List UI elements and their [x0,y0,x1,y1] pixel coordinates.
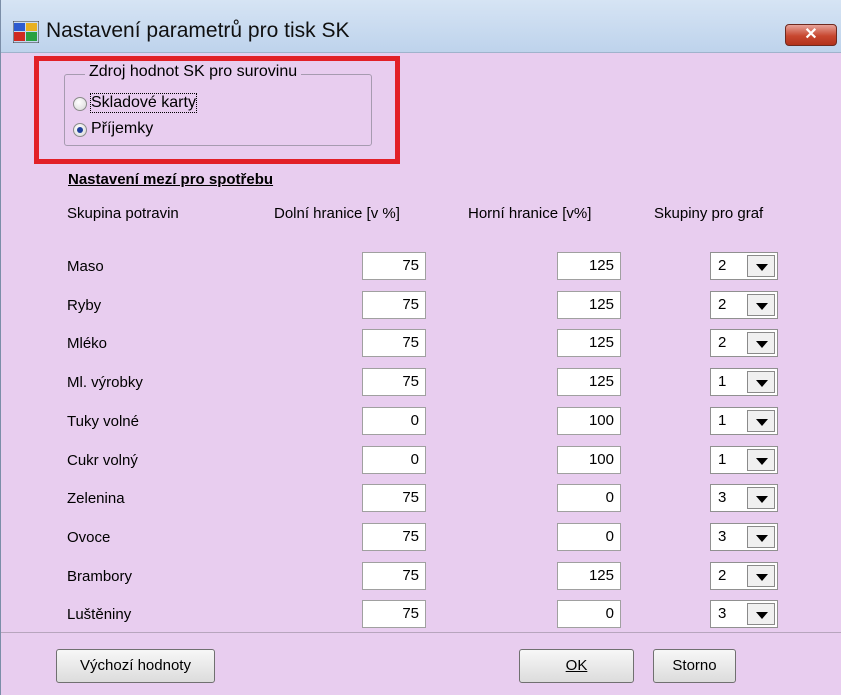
header-lower: Dolní hranice [v %] [274,205,400,222]
row-label: Luštěniny [67,606,132,623]
upper-limit-input[interactable]: 100 [557,407,621,435]
lower-limit-input[interactable]: 75 [362,484,426,512]
chart-group-select[interactable]: 3 [710,523,778,551]
row-label: Mléko [67,335,108,352]
lower-limit-input[interactable]: 0 [362,446,426,474]
chart-group-value: 3 [718,489,727,506]
chart-group-value: 2 [718,567,727,584]
dropdown-arrow-icon[interactable] [747,487,775,509]
upper-limit-input[interactable]: 0 [557,600,621,628]
dropdown-arrow-icon[interactable] [747,526,775,548]
dropdown-arrow-icon[interactable] [747,603,775,625]
defaults-button-label: Výchozí hodnoty [80,657,191,674]
row-label: Maso [67,258,104,275]
chart-group-select[interactable]: 3 [710,484,778,512]
chart-group-value: 1 [718,373,727,390]
radio-skladove-karty[interactable] [73,97,87,111]
chart-group-value: 1 [718,451,727,468]
ok-button-label: OK [565,657,588,674]
chart-group-select[interactable]: 1 [710,407,778,435]
chart-group-select[interactable]: 2 [710,291,778,319]
lower-limit-input[interactable]: 0 [362,407,426,435]
radio-prijemky[interactable] [73,123,87,137]
row-label: Brambory [67,568,133,585]
chart-group-value: 2 [718,296,727,313]
dropdown-arrow-icon[interactable] [747,294,775,316]
dropdown-arrow-icon[interactable] [747,565,775,587]
lower-limit-input[interactable]: 75 [362,329,426,357]
upper-limit-input[interactable]: 0 [557,523,621,551]
header-upper: Horní hranice [v%] [468,205,592,222]
dropdown-arrow-icon[interactable] [747,255,775,277]
row-label: Ml. výrobky [67,374,143,391]
cancel-button[interactable]: Storno [653,649,736,683]
upper-limit-input[interactable]: 125 [557,329,621,357]
close-button[interactable]: ✕ [785,24,837,46]
ok-button[interactable]: OK [519,649,634,683]
app-icon [13,21,39,43]
row-label: Zelenina [67,490,125,507]
upper-limit-input[interactable]: 125 [557,368,621,396]
upper-limit-input[interactable]: 125 [557,562,621,590]
chart-group-value: 3 [718,605,727,622]
chart-group-value: 3 [718,528,727,545]
chart-group-select[interactable]: 2 [710,329,778,357]
dropdown-arrow-icon[interactable] [747,449,775,471]
row-label: Ryby [67,297,102,314]
window-title: Nastavení parametrů pro tisk SK [46,19,350,42]
dropdown-arrow-icon[interactable] [747,332,775,354]
footer-divider [1,632,841,633]
upper-limit-input[interactable]: 125 [557,291,621,319]
row-label: Ovoce [67,529,111,546]
upper-limit-input[interactable]: 0 [557,484,621,512]
chart-group-value: 2 [718,334,727,351]
lower-limit-input[interactable]: 75 [362,562,426,590]
header-group: Skupina potravin [67,205,179,222]
chart-group-select[interactable]: 2 [710,252,778,280]
upper-limit-input[interactable]: 125 [557,252,621,280]
row-label: Tuky volné [67,413,139,430]
lower-limit-input[interactable]: 75 [362,600,426,628]
title-bar[interactable]: Nastavení parametrů pro tisk SK ✕ [1,0,841,53]
dialog-window: Nastavení parametrů pro tisk SK ✕ Zdroj … [0,0,841,695]
chart-group-select[interactable]: 3 [710,600,778,628]
lower-limit-input[interactable]: 75 [362,523,426,551]
lower-limit-input[interactable]: 75 [362,252,426,280]
dropdown-arrow-icon[interactable] [747,410,775,432]
source-group-legend: Zdroj hodnot SK pro surovinu [85,63,302,81]
limits-section-title: Nastavení mezí pro spotřebu [68,171,274,188]
upper-limit-input[interactable]: 100 [557,446,621,474]
chart-group-select[interactable]: 1 [710,368,778,396]
close-icon: ✕ [804,26,818,43]
row-label: Cukr volný [67,452,138,469]
header-chart-group: Skupiny pro graf [654,205,764,222]
radio-label-prijemky[interactable]: Příjemky [91,120,153,138]
defaults-button[interactable]: Výchozí hodnoty [56,649,215,683]
chart-group-value: 1 [718,412,727,429]
lower-limit-input[interactable]: 75 [362,291,426,319]
chart-group-select[interactable]: 1 [710,446,778,474]
chart-group-select[interactable]: 2 [710,562,778,590]
cancel-button-label: Storno [672,657,717,674]
lower-limit-input[interactable]: 75 [362,368,426,396]
chart-group-value: 2 [718,257,727,274]
dropdown-arrow-icon[interactable] [747,371,775,393]
radio-label-skladove-karty[interactable]: Skladové karty [90,93,197,113]
